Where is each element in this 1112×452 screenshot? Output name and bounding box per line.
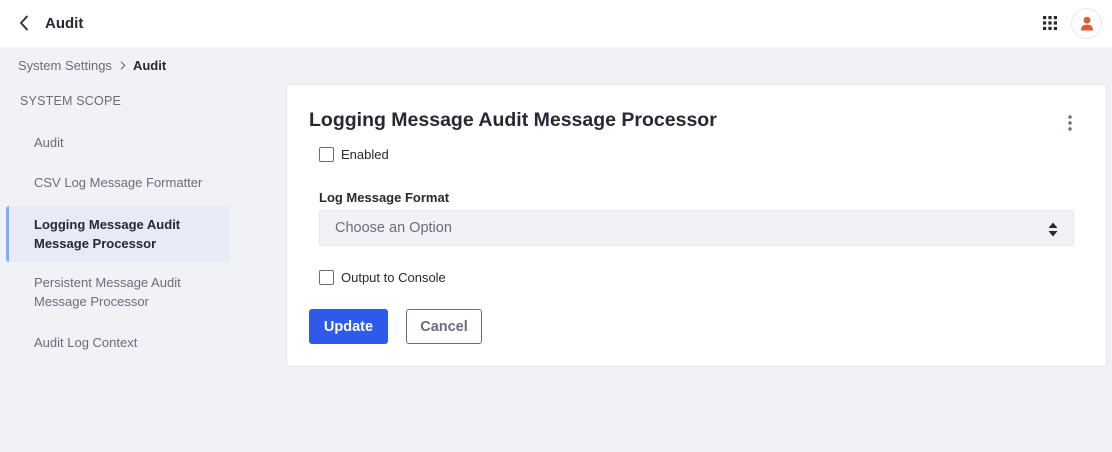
top-bar: Audit xyxy=(0,0,1112,47)
caret-double-icon xyxy=(1047,221,1059,237)
sidebar-item-logging-message-audit-message-processor[interactable]: Logging Message Audit Message Processor xyxy=(6,206,230,262)
sidebar-item-persistent-message-audit-message-processor[interactable]: Persistent Message Audit Message Process… xyxy=(6,272,230,312)
user-icon xyxy=(1080,16,1093,31)
chevron-left-icon xyxy=(20,15,28,31)
kebab-menu-icon xyxy=(1068,115,1072,131)
scope-label: SYSTEM SCOPE xyxy=(20,94,122,108)
page-title: Audit xyxy=(45,15,84,32)
output-to-console-checkbox[interactable] xyxy=(319,270,334,285)
log-message-format-label: Log Message Format xyxy=(319,190,450,205)
sidebar-item-label: Persistent Message Audit Message Process… xyxy=(34,275,181,309)
breadcrumb-current: Audit xyxy=(132,58,167,73)
enabled-label: Enabled xyxy=(341,147,389,162)
sidebar-item-label: Logging Message Audit Message Processor xyxy=(34,217,181,251)
select-value: Choose an Option xyxy=(335,220,452,236)
apps-grid-icon xyxy=(1043,16,1057,30)
sidebar-item-label: Audit xyxy=(34,135,64,150)
breadcrumb-system-settings-link[interactable]: System Settings xyxy=(18,58,112,73)
config-form-card: Logging Message Audit Message Processor … xyxy=(286,84,1107,367)
cancel-button[interactable]: Cancel xyxy=(406,309,482,344)
breadcrumb: System Settings Audit xyxy=(18,58,166,73)
sidebar-item-audit-log-context[interactable]: Audit Log Context xyxy=(6,332,230,353)
update-button[interactable]: Update xyxy=(309,309,388,344)
enabled-checkbox[interactable] xyxy=(319,147,334,162)
back-button[interactable] xyxy=(14,12,34,34)
form-title: Logging Message Audit Message Processor xyxy=(309,109,717,131)
sidebar-item-label: CSV Log Message Formatter xyxy=(34,175,203,190)
sidebar-item-audit[interactable]: Audit xyxy=(6,132,230,153)
output-to-console-checkbox-row[interactable]: Output to Console xyxy=(319,270,446,285)
avatar[interactable] xyxy=(1071,8,1102,39)
options-menu-button[interactable] xyxy=(1063,113,1077,133)
chevron-right-icon xyxy=(120,61,126,70)
log-message-format-select[interactable]: Choose an Option xyxy=(319,210,1074,246)
apps-button[interactable] xyxy=(1040,14,1060,32)
sidebar-item-label: Audit Log Context xyxy=(34,335,138,350)
output-to-console-label: Output to Console xyxy=(341,270,446,285)
sidebar-item-csv-log-message-formatter[interactable]: CSV Log Message Formatter xyxy=(6,172,230,193)
enabled-checkbox-row[interactable]: Enabled xyxy=(319,147,389,162)
